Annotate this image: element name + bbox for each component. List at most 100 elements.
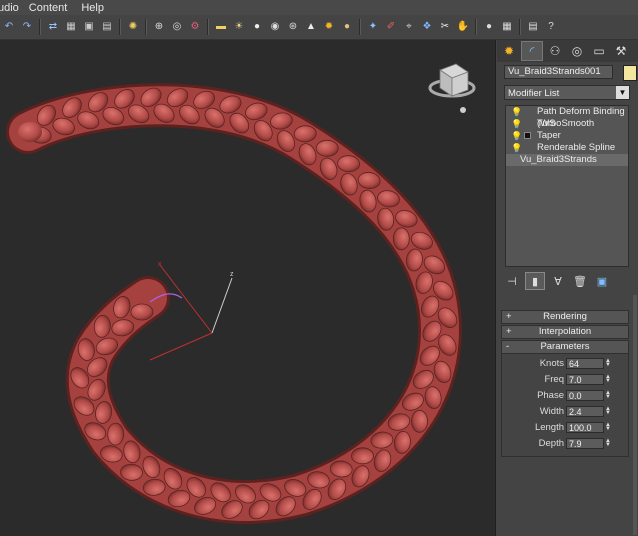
sphere-white-icon[interactable]: ● [482, 20, 496, 34]
light-icon[interactable]: ▬ [214, 20, 228, 34]
help-icon[interactable]: ? [544, 20, 558, 34]
deform-icon[interactable]: ▲ [304, 20, 318, 34]
chevron-down-icon[interactable]: ▼ [616, 86, 629, 99]
stack-item-turbosmooth[interactable]: 💡 TurboSmooth [506, 118, 628, 130]
param-length: Length 100.0 ▲ ▼ [534, 422, 611, 433]
rollout-rendering[interactable]: + Rendering [501, 310, 629, 324]
warp-icon[interactable]: ✋ [456, 20, 470, 34]
toolbar-divider [39, 19, 41, 35]
spinner-icon[interactable]: ▲ ▼ [605, 374, 611, 384]
bulb-icon[interactable]: 💡 [511, 118, 522, 130]
spinner-icon[interactable]: ▲ ▼ [605, 422, 611, 432]
expand-box-icon[interactable] [524, 132, 531, 139]
sun-icon[interactable]: ☀ [232, 20, 246, 34]
freq-field[interactable]: 7.0 [566, 374, 604, 385]
menu-bar: udio Content Help [0, 0, 638, 15]
modify-tab-icon[interactable]: ◜ [521, 41, 543, 61]
bulb-icon[interactable]: 💡 [511, 130, 522, 142]
toolbar-divider [207, 19, 209, 35]
depth-field[interactable]: 7.9 [566, 438, 604, 449]
bulb-icon[interactable]: 💡 [511, 106, 522, 118]
modifier-stack: 💡 Path Deform Binding (WS 💡 TurboSmooth … [505, 105, 629, 267]
spinner-icon[interactable]: ▲ ▼ [605, 406, 611, 416]
perspective-viewport[interactable]: x z [0, 40, 496, 536]
stack-item-taper[interactable]: 💡 Taper [506, 130, 628, 142]
texture-icon[interactable]: ✹ [322, 20, 336, 34]
stack-item-renderable-spline[interactable]: 💡 Renderable Spline [506, 142, 628, 154]
braid-lump [392, 227, 410, 251]
menu-studio[interactable]: udio [0, 2, 29, 14]
object-color-swatch[interactable] [623, 65, 637, 81]
spinner-icon[interactable]: ▲ ▼ [605, 358, 611, 368]
rollout-interpolation[interactable]: + Interpolation [501, 325, 629, 339]
particle-icon[interactable]: ◉ [268, 20, 282, 34]
redo-icon[interactable]: ↷ [20, 20, 34, 34]
menu-content[interactable]: Content [29, 2, 82, 14]
toolbar-divider [519, 19, 521, 35]
main-toolbar: ↶ ↷ ⇄ ▦ ▣ ▤ ✺ ⊕ ◎ ⚙ ▬ ☀ ● ◉ ⊛ ▲ ✹ ● ✦ ✐ … [0, 15, 638, 40]
length-field[interactable]: 100.0 [566, 422, 604, 433]
gizmo-z-axis [211, 277, 233, 334]
knots-field[interactable]: 64 [566, 358, 604, 369]
skin-icon[interactable]: ✦ [366, 20, 380, 34]
light-lister-icon[interactable]: ✺ [126, 20, 140, 34]
cylinder-icon[interactable]: ◎ [170, 20, 184, 34]
spinner-icon[interactable]: ▲ ▼ [605, 438, 611, 448]
panel-tabs: ✹ ◜ ⚇ ◎ ▭ ⚒ [497, 40, 638, 62]
sphere-white-icon[interactable]: ✂ [438, 20, 452, 34]
braid-lump [351, 447, 374, 465]
phase-field[interactable]: 0.0 [566, 390, 604, 401]
file-icon[interactable]: ▤ [526, 20, 540, 34]
object-name-field[interactable] [504, 65, 613, 79]
help-icon[interactable]: ❖ [420, 20, 434, 34]
file-icon[interactable]: ⌖ [402, 20, 416, 34]
param-freq: Freq 7.0 ▲ ▼ [544, 374, 611, 385]
gear-icon[interactable]: ● [250, 20, 264, 34]
menu-help[interactable]: Help [81, 2, 110, 14]
render-grid-icon[interactable]: ✐ [384, 20, 398, 34]
braid-lump [130, 303, 154, 321]
motion-tab-icon[interactable]: ◎ [567, 42, 587, 60]
render-grid-icon[interactable]: ▦ [500, 20, 514, 34]
param-width: Width 2.4 ▲ ▼ [539, 406, 611, 417]
modifier-list-label: Modifier List [508, 88, 560, 99]
sphere-icon[interactable]: ⊕ [152, 20, 166, 34]
configure-sets-icon[interactable]: ▣ [593, 273, 611, 289]
stack-toolbar: ⊣ ▮ ∀ 🗑 ▣ [503, 271, 633, 291]
show-end-result-icon[interactable]: ▮ [525, 272, 545, 290]
braid-lump [315, 139, 339, 157]
remove-modifier-icon[interactable]: 🗑 [571, 273, 589, 289]
viewcube[interactable] [428, 63, 476, 113]
create-tab-icon[interactable]: ✹ [499, 42, 519, 60]
command-panel: ✹ ◜ ⚇ ◎ ▭ ⚒ Modifier List ▼ 💡 Path Defor… [497, 40, 638, 536]
undo-icon[interactable]: ↶ [2, 20, 16, 34]
material-editor-icon[interactable]: ▤ [100, 20, 114, 34]
hierarchy-tab-icon[interactable]: ⚇ [545, 42, 565, 60]
panel-scrollbar[interactable] [633, 295, 637, 535]
render-frame-icon[interactable]: ▣ [82, 20, 96, 34]
toolbar-divider [359, 19, 361, 35]
spinner-icon[interactable]: ▲ ▼ [605, 390, 611, 400]
utilities-tab-icon[interactable]: ⚒ [611, 42, 631, 60]
modifier-list-dropdown[interactable]: Modifier List ▼ [504, 85, 630, 100]
braid-lump [411, 409, 428, 433]
parameters-group: Knots 64 ▲ ▼ Freq 7.0 ▲ ▼ Phase 0.0 ▲ ▼ Wid… [501, 352, 629, 457]
width-field[interactable]: 2.4 [566, 406, 604, 417]
teapot-icon[interactable]: ⚙ [188, 20, 202, 34]
bulb-icon[interactable]: 💡 [511, 142, 522, 154]
stack-item-path-deform[interactable]: 💡 Path Deform Binding (WS [506, 106, 628, 129]
render-setup-icon[interactable]: ▦ [64, 20, 78, 34]
pin-stack-icon[interactable]: ⊣ [503, 273, 521, 289]
warp-icon[interactable]: ⊛ [286, 20, 300, 34]
toolbar-divider [475, 19, 477, 35]
make-unique-icon[interactable]: ∀ [549, 273, 567, 289]
gizmo-x-label: x [158, 261, 162, 268]
paint-icon[interactable]: ● [340, 20, 354, 34]
toolbar-divider [119, 19, 121, 35]
gizmo-y-axis [149, 332, 213, 361]
param-depth: Depth 7.9 ▲ ▼ [538, 438, 611, 449]
stack-item-base-object[interactable]: Vu_Braid3Strands [506, 154, 628, 166]
display-tab-icon[interactable]: ▭ [589, 42, 609, 60]
braid-lump [107, 422, 125, 446]
select-link-icon[interactable]: ⇄ [46, 20, 60, 34]
